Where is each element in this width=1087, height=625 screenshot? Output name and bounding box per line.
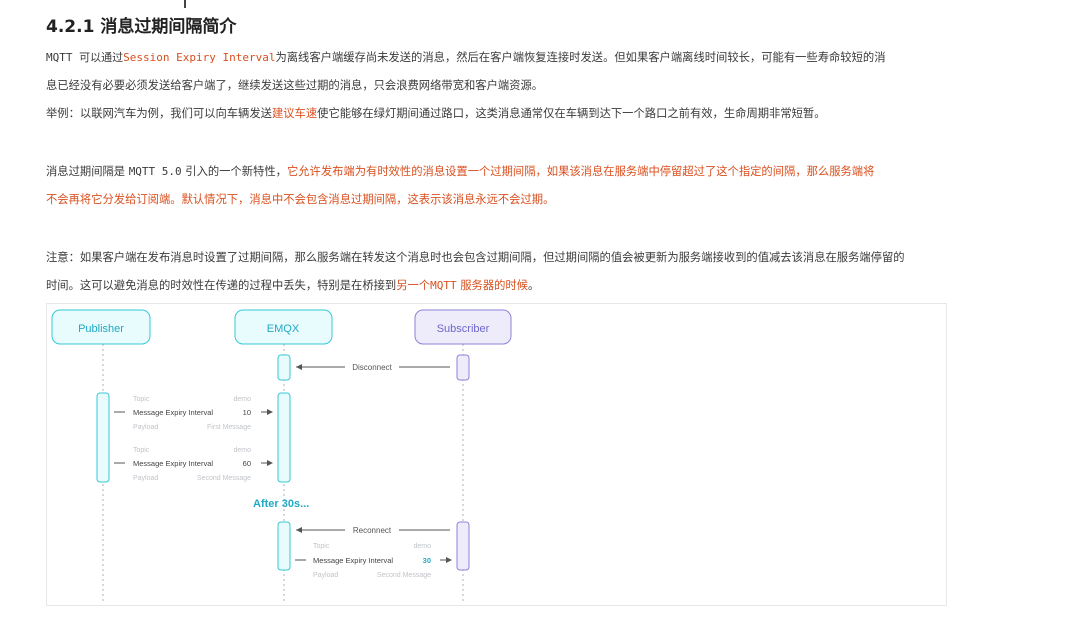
section-heading: 4.2.1 消息过期间隔简介 [46,17,237,37]
msg1-expiry-label: Message Expiry Interval [133,408,213,417]
paragraph-3-line-1: 消息过期间隔是 MQTT 5.0 引入的一个新特性，它允许发布端为有时效性的消息… [46,163,874,179]
p1-text-a: MQTT 可以通过 [46,51,124,64]
paragraph-1-line-1: MQTT 可以通过Session Expiry Interval为离线客户端缓存… [46,49,886,65]
p4-code-mqtt[interactable]: MQTT [430,279,457,292]
after-30s-label: After 30s... [253,498,309,510]
msg3-expiry-label: Message Expiry Interval [313,556,393,565]
message-2: Topic demo Message Expiry Interval 60 Pa… [114,447,273,482]
emqx-activation-publish [277,392,291,483]
subscriber-label: Subscriber [437,323,490,335]
msg2-payload-label: Payload [133,475,158,482]
msg1-payload-value: First Message [207,424,251,431]
msg2-arrowhead [267,460,273,466]
p2-highlight-link[interactable]: 建议车速 [272,107,317,120]
msg1-topic-value: demo [233,396,251,403]
p2-text-b: 使它能够在绿灯期间通过路口，这类消息通常仅在车辆到达下一个路口之前有效，生命周期… [317,107,826,120]
paragraph-1-line-2: 息已经没有必要必须发送给客户端了，继续发送这些过期的消息，只会浪费网络带宽和客户… [46,79,544,92]
message-1: Topic demo Message Expiry Interval 10 Pa… [114,396,273,431]
msg3-arrowhead [446,557,452,563]
subscriber-activation-disconnect [456,354,470,381]
publisher-activation [96,392,110,483]
msg2-expiry-label: Message Expiry Interval [133,459,213,468]
msg1-expiry-value: 10 [243,408,251,417]
disconnect-label: Disconnect [352,363,392,372]
p3-code-mqtt5: MQTT 5.0 [128,165,182,178]
p4-highlight-b[interactable]: 服务器的时候 [460,279,528,292]
p2-text-a: 举例：以联网汽车为例，我们可以向车辆发送 [46,107,272,120]
p1-text-b: 为离线客户端缓存尚未发送的消息，然后在客户端恢复连接时发送。但如果客户端离线时间… [275,51,886,64]
subscriber-actor: Subscriber [414,309,512,345]
text-cursor [184,0,186,8]
p1-code-session-expiry: Session Expiry Interval [123,51,276,64]
message-3: Topic demo Message Expiry Interval 30 Pa… [295,543,452,579]
p3-text-a: 消息过期间隔是 [46,165,126,178]
emqx-actor: EMQX [234,309,333,345]
p3-highlight: 它允许发布端为有时效性的消息设置一个过期间隔，如果该消息在服务端中停留超过了这个… [286,165,875,178]
msg3-topic-label: Topic [313,543,330,550]
msg3-expiry-value: 30 [423,556,431,565]
paragraph-4-line-2: 时间。这可以避免消息的时效性在传递的过程中丢失，特别是在桥接到另一个MQTT 服… [46,277,539,293]
document-page: 4.2.1 消息过期间隔简介 MQTT 可以通过Session Expiry I… [0,0,1087,625]
p4-text-a: 时间。这可以避免消息的时效性在传递的过程中丢失，特别是在桥接到 [46,279,397,292]
sequence-diagram-svg: Publisher EMQX Subscriber Disconnect Top… [51,309,512,602]
p4-highlight-a[interactable]: 另一个 [396,279,430,292]
paragraph-4-line-1: 注意：如果客户端在发布消息时设置了过期间隔，那么服务端在转发这个消息时也会包含过… [46,251,905,264]
msg2-topic-label: Topic [133,447,150,454]
msg1-payload-label: Payload [133,424,158,431]
emqx-activation-disconnect [277,354,291,381]
p4-text-end: 。 [528,279,540,292]
publisher-label: Publisher [78,323,124,335]
msg2-payload-value: Second Message [197,475,251,482]
p3-text-b: 引入的一个新特性， [185,165,287,178]
subscriber-activation-reconnect [456,521,470,571]
emqx-label: EMQX [267,323,300,335]
paragraph-3-line-2: 不会再将它分发给订阅端。默认情况下，消息中不会包含消息过期间隔，这表示该消息永远… [46,193,555,206]
paragraph-2: 举例：以联网汽车为例，我们可以向车辆发送建议车速使它能够在绿灯期间通过路口，这类… [46,105,826,121]
msg2-topic-value: demo [233,447,251,454]
msg3-topic-value: demo [413,543,431,550]
msg2-expiry-value: 60 [243,459,251,468]
reconnect-arrowhead [296,527,302,533]
msg1-topic-label: Topic [133,396,150,403]
reconnect-label: Reconnect [353,526,392,535]
msg1-arrowhead [267,409,273,415]
publisher-actor: Publisher [51,309,151,345]
msg3-payload-value: Second Message [377,572,431,579]
msg3-payload-label: Payload [313,572,338,579]
disconnect-arrowhead [296,364,302,370]
emqx-activation-reconnect [277,521,291,571]
sequence-diagram: Publisher EMQX Subscriber Disconnect Top… [46,303,947,606]
